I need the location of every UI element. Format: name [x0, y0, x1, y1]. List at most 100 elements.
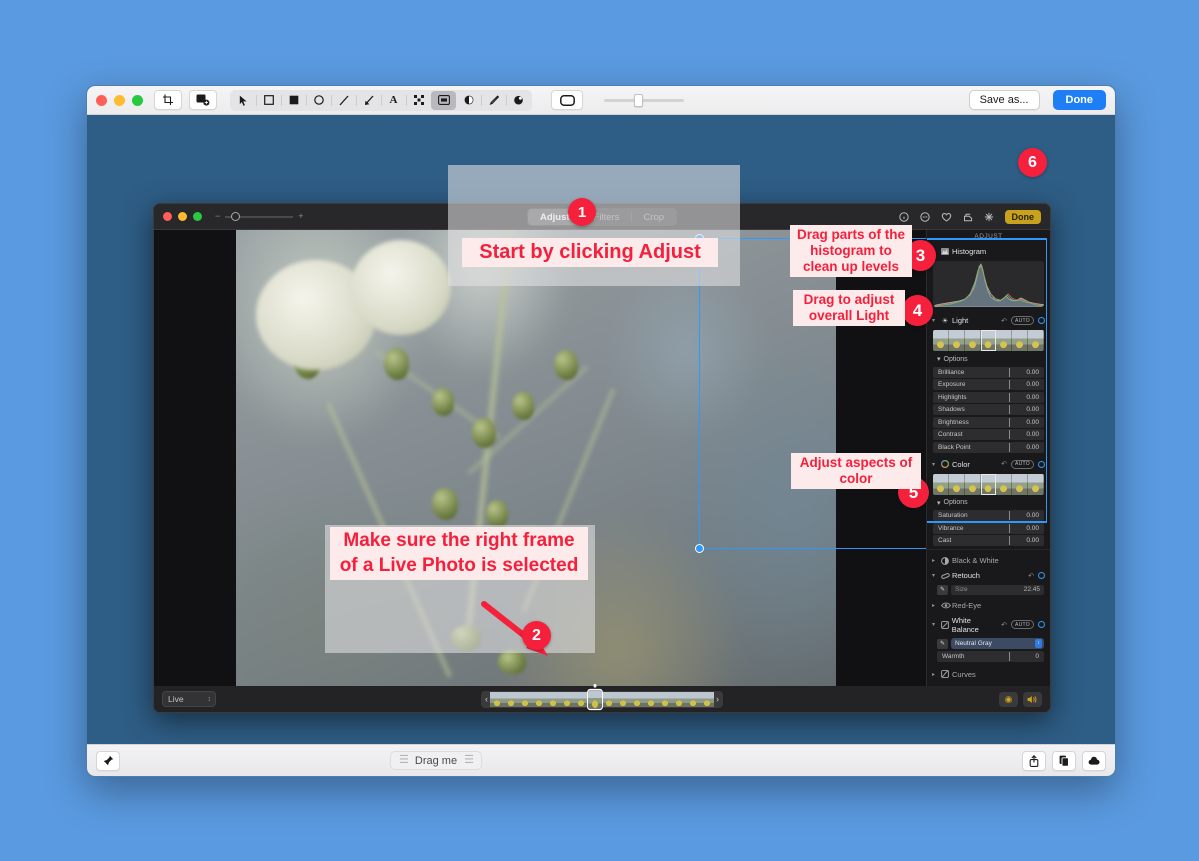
callout-tool[interactable] [431, 90, 456, 110]
chevron-down-icon[interactable]: ▾ [937, 499, 941, 507]
slider-vibrance[interactable]: Vibrance 0.00 [933, 522, 1044, 534]
filmstrip-frame[interactable] [532, 691, 546, 707]
annotation-badge-4[interactable]: 4 [902, 295, 933, 326]
annotation-badge-1[interactable]: 1 [568, 198, 596, 226]
chevron-down-icon[interactable]: ▾ [932, 621, 938, 628]
section-color[interactable]: ▾ Color ↶ AUTO [927, 457, 1050, 472]
white-balance-reset-icon[interactable]: ↶ [1001, 621, 1007, 629]
filmstrip-frame[interactable] [672, 691, 686, 707]
white-balance-mode-select[interactable]: Neutral Gray ↕ [951, 638, 1044, 649]
photos-close-button[interactable] [163, 212, 172, 221]
slider-contrast[interactable]: Contrast 0.00 [933, 429, 1044, 440]
slider-cast[interactable]: Cast 0.00 [933, 535, 1044, 546]
counter-tool[interactable] [456, 91, 481, 110]
zoom-in-icon[interactable]: + [298, 212, 303, 221]
light-preview-cell[interactable] [980, 330, 997, 351]
color-preview-cell[interactable] [980, 473, 997, 495]
favorite-heart-icon[interactable] [941, 212, 952, 222]
arrow-tool[interactable] [356, 91, 381, 110]
retouch-size-row[interactable]: ✎ Size 22.45 [937, 584, 1044, 595]
chevron-down-icon[interactable]: ▾ [932, 317, 938, 324]
ellipse-tool[interactable] [306, 91, 331, 110]
rotate-icon[interactable] [963, 212, 973, 222]
chevron-down-icon[interactable]: ▾ [932, 572, 938, 579]
markup-button[interactable] [189, 90, 217, 110]
shape-style-button[interactable] [551, 90, 583, 110]
live-photo-toggle[interactable]: ◉ [999, 691, 1018, 707]
chevron-right-icon[interactable]: ▸ [932, 671, 938, 678]
chevron-down-icon[interactable]: ▾ [937, 355, 941, 363]
filmstrip-frame[interactable] [700, 691, 714, 707]
color-auto-button[interactable]: AUTO [1011, 459, 1034, 469]
filmstrip-frame-selected[interactable] [587, 683, 603, 710]
section-black-and-white[interactable]: ▸ Black & White [927, 553, 1050, 568]
color-preview-cell[interactable] [1028, 473, 1044, 495]
color-preview-cell[interactable] [1012, 473, 1029, 495]
retouch-reset-icon[interactable]: ↶ [1028, 572, 1034, 580]
done-button[interactable]: Done [1052, 90, 1106, 110]
light-preview-strip[interactable] [933, 330, 1044, 351]
slider-exposure[interactable]: Exposure 0.00 [933, 379, 1044, 390]
histogram-graph[interactable] [933, 261, 1044, 307]
filmstrip-frame[interactable] [574, 691, 588, 707]
light-preview-cell[interactable] [948, 330, 965, 351]
light-reset-icon[interactable]: ↶ [1001, 317, 1007, 325]
upload-cloud-button[interactable] [1081, 750, 1106, 771]
zoom-button[interactable] [132, 94, 143, 106]
filmstrip-frame[interactable] [490, 691, 504, 707]
filmstrip-frames[interactable] [490, 683, 714, 710]
color-preview-cell[interactable] [964, 473, 981, 495]
filmstrip-next-icon[interactable]: › [716, 694, 719, 704]
section-red-eye[interactable]: ▸ Red-Eye [927, 598, 1050, 613]
filmstrip-frame[interactable] [602, 691, 616, 707]
light-preview-cell[interactable] [964, 330, 981, 351]
mute-audio-button[interactable] [1023, 691, 1042, 707]
zoom-out-icon[interactable]: − [215, 212, 220, 221]
annotation-badge-6[interactable]: 6 [1018, 148, 1047, 177]
text-tool[interactable]: A [381, 91, 406, 110]
photos-minimize-button[interactable] [178, 212, 187, 221]
section-white-balance[interactable]: ▾ White Balance ↶ AUTO [927, 613, 1050, 637]
filmstrip-frame[interactable] [616, 691, 630, 707]
light-preview-cell[interactable] [933, 330, 949, 351]
share-button[interactable] [1021, 750, 1046, 771]
comment-icon[interactable] [919, 211, 930, 222]
slider-brightness[interactable]: Brightness 0.00 [933, 416, 1044, 428]
zoom-slider-track[interactable] [225, 211, 294, 221]
light-preview-cell[interactable] [1012, 330, 1029, 351]
brush-icon[interactable]: ✎ [937, 584, 948, 595]
close-button[interactable] [96, 94, 107, 106]
slider-saturation[interactable]: Saturation 0.00 [933, 510, 1044, 521]
filmstrip-frame[interactable] [658, 691, 672, 707]
filmstrip-frame[interactable] [686, 691, 700, 707]
filmstrip-frame[interactable] [518, 691, 532, 707]
slider-highlights[interactable]: Highlights 0.00 [933, 391, 1044, 403]
light-enable-toggle[interactable] [1038, 317, 1045, 324]
photos-zoom-slider[interactable]: − + [215, 211, 304, 221]
color-preview-cell[interactable] [948, 473, 965, 495]
color-preview-cell[interactable] [933, 473, 949, 495]
stepper-icon[interactable]: ↕ [208, 696, 212, 703]
color-options-header[interactable]: ▾ Options [927, 497, 1050, 509]
filmstrip-frame[interactable] [644, 691, 658, 707]
pin-button[interactable] [96, 750, 120, 771]
section-curves[interactable]: ▸ Curves [927, 667, 1050, 682]
retouch-enable-toggle[interactable] [1038, 572, 1045, 579]
selection-tool[interactable] [231, 91, 256, 110]
color-reset-icon[interactable]: ↶ [1001, 460, 1007, 468]
drag-me-handle[interactable]: ☰ Drag me ☰ [390, 751, 482, 770]
crop-rotate-button[interactable] [154, 90, 182, 110]
white-balance-enable-toggle[interactable] [1038, 621, 1045, 628]
light-options-header[interactable]: ▾ Options [927, 353, 1050, 365]
slider-black-point[interactable]: Black Point 0.00 [933, 441, 1044, 453]
chevron-down-icon[interactable]: ▾ [932, 461, 938, 468]
filmstrip-frame[interactable] [546, 691, 560, 707]
color-enable-toggle[interactable] [1038, 460, 1045, 468]
retouch-size-field[interactable]: Size 22.45 [951, 584, 1044, 595]
minimize-button[interactable] [114, 94, 125, 106]
rectangle-tool[interactable] [256, 91, 281, 110]
color-preview-strip[interactable] [933, 473, 1044, 495]
thickness-slider[interactable] [604, 93, 684, 107]
stepper-icon[interactable]: ↕ [1035, 639, 1042, 648]
color-tool[interactable] [506, 91, 531, 110]
